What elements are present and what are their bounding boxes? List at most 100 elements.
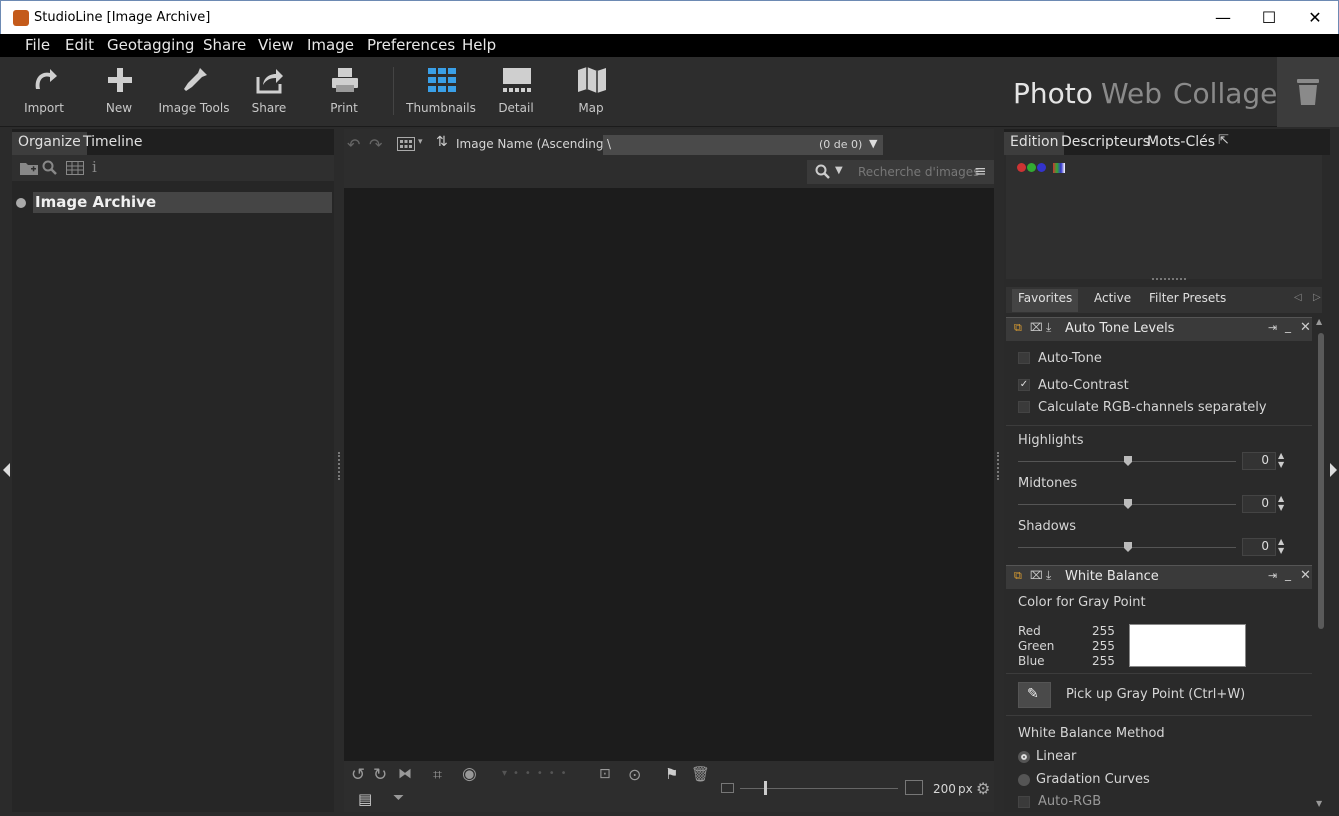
collapse-right-arrow-icon[interactable]: [1330, 463, 1337, 477]
tab-timeline[interactable]: Timeline: [77, 132, 149, 155]
mode-web[interactable]: Web: [1101, 77, 1162, 110]
scrollbar-thumb[interactable]: [1318, 333, 1324, 629]
minimize-button[interactable]: —: [1200, 1, 1246, 34]
share-button[interactable]: Share: [233, 57, 305, 127]
menu-preferences[interactable]: Preferences: [367, 36, 455, 54]
pickup-gray-label[interactable]: Pick up Gray Point (Ctrl+W): [1066, 687, 1245, 702]
rgb-combined-icon[interactable]: [1053, 163, 1065, 173]
section-expand-icon[interactable]: ⇥: [1268, 569, 1277, 582]
calc-rgb-checkbox[interactable]: [1018, 401, 1030, 413]
play-icon[interactable]: ⊙: [628, 765, 641, 784]
red-channel-icon[interactable]: [1017, 163, 1026, 172]
menu-geotagging[interactable]: Geotagging: [107, 36, 194, 54]
section-minimize-icon[interactable]: _: [1285, 567, 1291, 581]
rating-stars[interactable]: ▾•••••: [502, 768, 573, 779]
view-mode-dropdown-icon[interactable]: ▾: [418, 137, 423, 147]
menu-edit[interactable]: Edit: [65, 36, 94, 54]
preview-resize-handle[interactable]: [1152, 278, 1186, 281]
menu-image[interactable]: Image: [307, 36, 354, 54]
mode-photo[interactable]: Photo: [1013, 77, 1093, 110]
image-tools-button[interactable]: Image Tools: [158, 57, 230, 127]
search-box[interactable]: ▼ Recherche d'images ≡: [807, 160, 994, 184]
left-splitter[interactable]: [338, 452, 340, 480]
linear-radio[interactable]: [1018, 751, 1030, 763]
auto-rgb-checkbox[interactable]: [1018, 796, 1030, 808]
section-expand-icon[interactable]: ⇥: [1268, 321, 1277, 334]
sort-icon[interactable]: ⇅: [436, 134, 448, 150]
zoom-image-icon[interactable]: ⊡: [599, 766, 611, 782]
tab-favorites[interactable]: Favorites: [1012, 289, 1079, 312]
import-button[interactable]: Import: [8, 57, 80, 127]
highlights-spinner-icon[interactable]: ▲ ▼: [1278, 451, 1284, 469]
midtones-value[interactable]: 0: [1242, 495, 1276, 513]
print-button[interactable]: Print: [308, 57, 380, 127]
tabs-next-icon[interactable]: ▷: [1313, 292, 1321, 303]
auto-tone-header[interactable]: ⧉ ⌧ ⤓ Auto Tone Levels ⇥ _ ✕: [1006, 317, 1312, 341]
mode-collage[interactable]: Collage: [1173, 77, 1277, 110]
collapse-left-arrow-icon[interactable]: [3, 463, 10, 477]
flip-icon[interactable]: ⧓: [398, 766, 412, 782]
highlights-slider-handle[interactable]: [1124, 456, 1132, 466]
tree-item-image-archive[interactable]: Image Archive: [33, 192, 332, 213]
scroll-up-icon[interactable]: ▲: [1316, 317, 1322, 326]
tab-organize[interactable]: Organize: [12, 132, 87, 155]
midtones-slider-handle[interactable]: [1124, 499, 1132, 509]
path-field[interactable]: \ (0 de 0) ▼: [603, 135, 883, 155]
filter-reset-icon[interactable]: ⌧: [1030, 321, 1043, 334]
menu-view[interactable]: View: [258, 36, 294, 54]
filter-export-icon[interactable]: ⤓: [1046, 320, 1051, 335]
highlights-value[interactable]: 0: [1242, 452, 1276, 470]
hamburger-icon[interactable]: ≡: [974, 162, 987, 180]
gradation-radio[interactable]: [1018, 774, 1030, 786]
rotate-left-icon[interactable]: ↺: [351, 765, 365, 785]
new-button[interactable]: New: [83, 57, 155, 127]
crop-icon[interactable]: ⌗: [433, 765, 442, 785]
eye-icon[interactable]: ◉: [462, 764, 477, 784]
section-minimize-icon[interactable]: _: [1285, 319, 1291, 333]
white-balance-header[interactable]: ⧉ ⌧ ⤓ White Balance ⇥ _ ✕: [1006, 565, 1312, 589]
search-options-icon[interactable]: ▼: [835, 165, 843, 176]
search-icon[interactable]: [42, 160, 58, 176]
section-close-icon[interactable]: ✕: [1300, 320, 1311, 335]
tabs-prev-icon[interactable]: ◁: [1294, 292, 1302, 303]
maximize-button[interactable]: ☐: [1246, 1, 1292, 34]
info-icon[interactable]: i: [92, 158, 97, 176]
search-input[interactable]: Recherche d'images: [858, 165, 979, 179]
trash-button[interactable]: [1277, 57, 1339, 127]
tab-filter-presets[interactable]: Filter Presets: [1143, 289, 1232, 312]
tab-mots-cles[interactable]: Mots-Clés: [1141, 132, 1221, 155]
filter-reset-icon[interactable]: ⌧: [1030, 569, 1043, 582]
menu-help[interactable]: Help: [462, 36, 496, 54]
edit-list-icon[interactable]: ▤: [358, 790, 372, 808]
menu-share[interactable]: Share: [203, 36, 246, 54]
small-thumb-icon[interactable]: [721, 783, 734, 793]
detail-button[interactable]: Detail: [480, 57, 552, 127]
right-splitter[interactable]: [997, 452, 999, 480]
redo-icon[interactable]: ↷: [369, 135, 382, 154]
undo-icon[interactable]: ↶: [347, 135, 360, 154]
path-dropdown-icon[interactable]: ▼: [869, 137, 877, 150]
midtones-spinner-icon[interactable]: ▲ ▼: [1278, 494, 1284, 512]
large-thumb-icon[interactable]: [905, 780, 923, 795]
rotate-right-icon[interactable]: ↻: [373, 765, 387, 785]
pickup-gray-button[interactable]: ✎: [1018, 682, 1051, 708]
delete-icon[interactable]: 🗑: [691, 765, 710, 783]
thumbnail-area[interactable]: [344, 188, 994, 761]
scroll-down-icon[interactable]: ▼: [1316, 799, 1322, 808]
filters-scrollbar[interactable]: ▲ ▼: [1315, 317, 1327, 812]
sort-label[interactable]: Image Name (Ascending): [456, 137, 608, 151]
filter-icon[interactable]: ⏷: [393, 790, 404, 806]
view-mode-icon[interactable]: [397, 137, 415, 151]
filter-export-icon[interactable]: ⤓: [1046, 568, 1051, 583]
shadows-value[interactable]: 0: [1242, 538, 1276, 556]
tab-active[interactable]: Active: [1088, 289, 1137, 312]
settings-gear-icon[interactable]: ⚙: [976, 779, 990, 798]
close-button[interactable]: ✕: [1292, 1, 1338, 34]
filter-copy-icon[interactable]: ⧉: [1014, 321, 1022, 335]
map-button[interactable]: Map: [555, 57, 627, 127]
menu-file[interactable]: File: [25, 36, 50, 54]
table-icon[interactable]: [66, 161, 84, 175]
thumbnails-button[interactable]: Thumbnails: [405, 57, 477, 127]
auto-contrast-checkbox[interactable]: ✓: [1018, 379, 1030, 391]
blue-channel-icon[interactable]: [1037, 163, 1046, 172]
